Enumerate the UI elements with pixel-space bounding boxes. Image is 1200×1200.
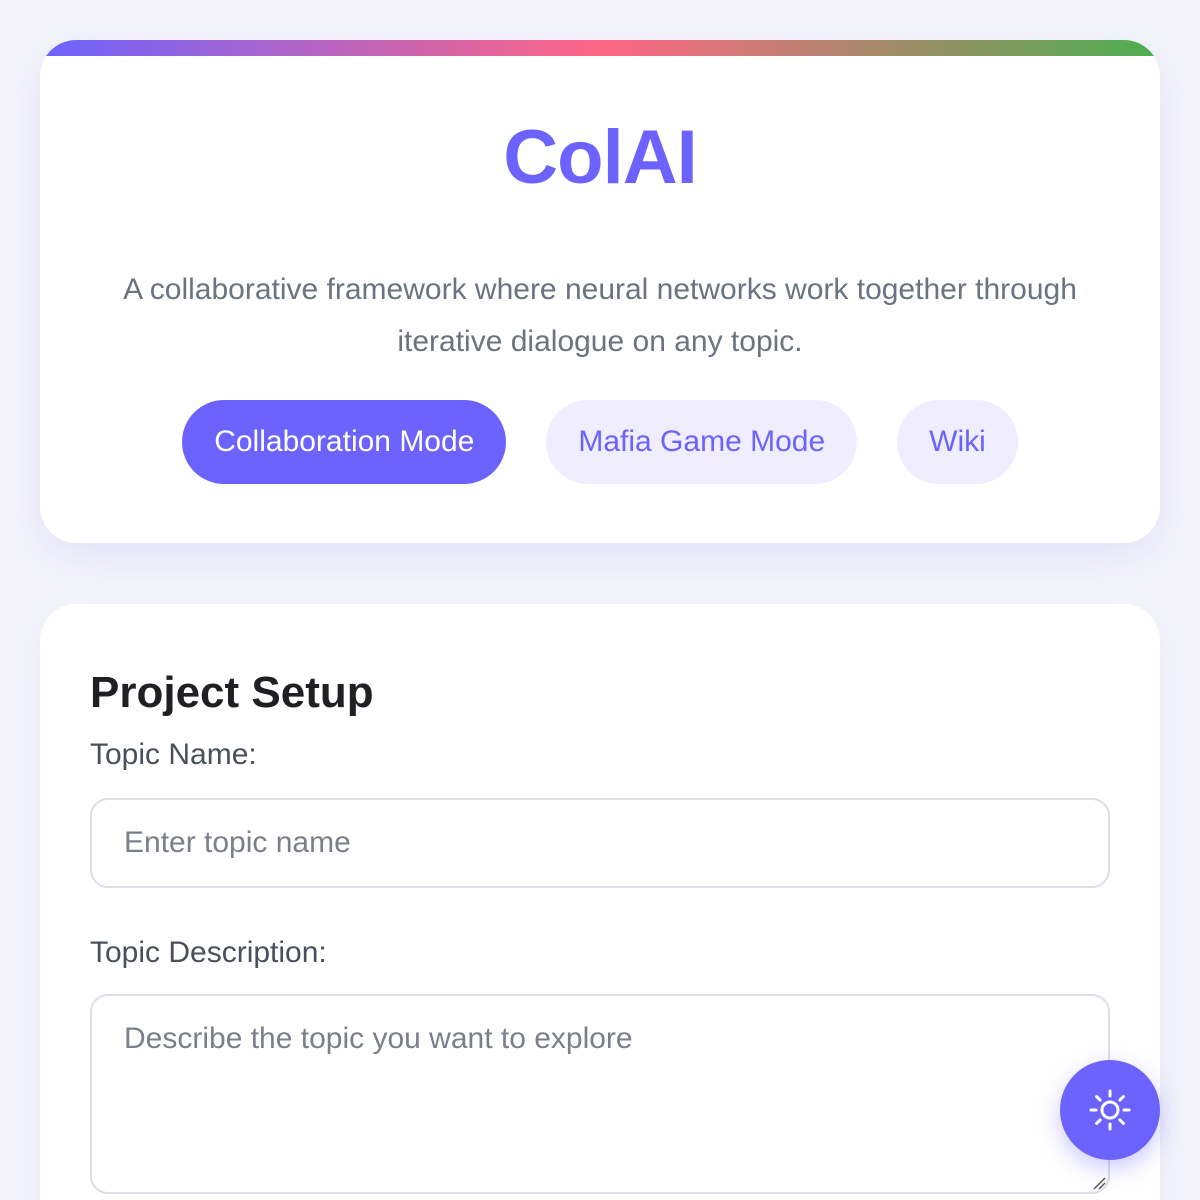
topic-description-textarea[interactable]: [90, 994, 1110, 1194]
page: ColAI A collaborative framework where ne…: [0, 0, 1200, 1200]
mafia-game-mode-button[interactable]: Mafia Game Mode: [546, 400, 858, 484]
wiki-button[interactable]: Wiki: [897, 400, 1018, 484]
gradient-accent-bar: [40, 40, 1160, 56]
project-setup-card: Project Setup Topic Name: Topic Descript…: [40, 604, 1160, 1200]
topic-name-input[interactable]: [90, 798, 1110, 888]
resize-grip-icon[interactable]: [1092, 1176, 1106, 1190]
hero-card: ColAI A collaborative framework where ne…: [40, 40, 1160, 543]
collaboration-mode-button[interactable]: Collaboration Mode: [182, 400, 507, 484]
topic-description-label: Topic Description:: [90, 936, 327, 969]
app-tagline: A collaborative framework where neural n…: [123, 273, 1077, 358]
section-title: Project Setup: [90, 668, 374, 717]
app-title: ColAI: [503, 115, 697, 200]
sun-icon: [1089, 1089, 1131, 1131]
theme-toggle-button[interactable]: [1060, 1060, 1160, 1160]
mode-nav: Collaboration Mode Mafia Game Mode Wiki: [40, 400, 1160, 484]
topic-name-label: Topic Name:: [90, 738, 257, 771]
